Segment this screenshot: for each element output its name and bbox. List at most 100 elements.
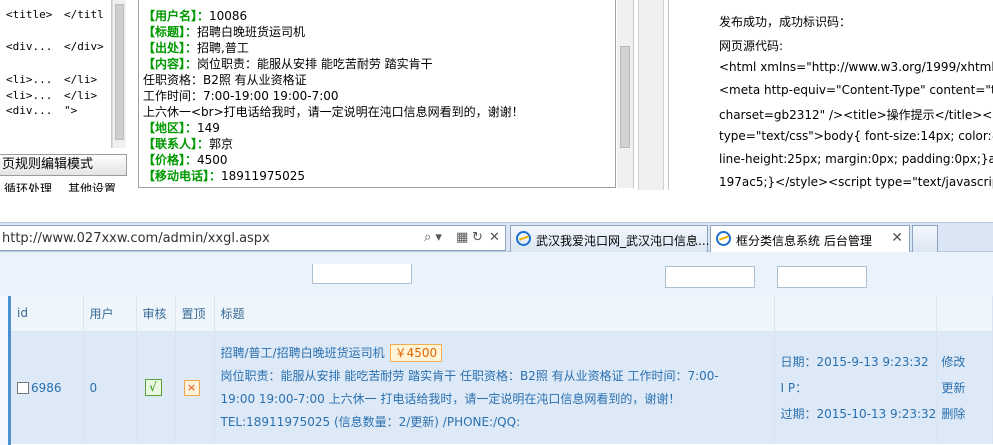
col-header-top[interactable]: 置顶 bbox=[175, 296, 215, 332]
post-description-line: 岗位职责：能服从安排 能吃苦耐劳 踏实肯干 任职资格：B2照 有从业资格证 工作… bbox=[220, 369, 719, 384]
row-checkbox[interactable] bbox=[17, 382, 29, 395]
tag-open: <li>... bbox=[6, 89, 53, 102]
content-line: 【用户名】：10086 bbox=[143, 8, 615, 24]
tag-close: </li> bbox=[64, 73, 98, 86]
col-header-audit[interactable]: 审核 bbox=[136, 296, 176, 332]
content-line: 【移动电话】：18911975025 bbox=[143, 168, 615, 184]
stop-icon[interactable]: ✕ bbox=[489, 230, 500, 245]
cell-top: × bbox=[175, 331, 215, 444]
tag-open: <title> bbox=[6, 8, 53, 21]
post-expire: 过期：2015-10-13 9:23:32 bbox=[780, 406, 937, 421]
tab-admin-backend[interactable]: 框分类信息系统 后台管理 ✕ bbox=[710, 225, 910, 252]
info-table: id 用户 审核 置顶 标题 6986 0 √ × 招聘/普工/招聘白晚班货运司… bbox=[11, 296, 993, 444]
content-line: 上六休一<br>打电话给我时，请一定说明在沌口信息网看到的，谢谢！ bbox=[143, 104, 615, 120]
tag-close: </li> bbox=[64, 89, 98, 102]
tag-list-scrollbar[interactable] bbox=[112, 0, 126, 148]
field-value: 4500 bbox=[197, 153, 228, 167]
panel-splitter[interactable] bbox=[638, 0, 664, 190]
log-line: charset=gb2312" /><title>操作提示</title><st… bbox=[719, 108, 993, 122]
field-label: 【移动电话】： bbox=[143, 169, 222, 183]
col-header-actions bbox=[936, 296, 993, 332]
table-header-row: id 用户 审核 置顶 标题 bbox=[11, 296, 993, 332]
edit-link[interactable]: 修改 bbox=[941, 349, 992, 375]
tab-other-settings[interactable]: 其他设置 bbox=[68, 180, 126, 192]
tag-row[interactable]: <div... "> bbox=[0, 104, 111, 124]
refresh-icon[interactable]: ↻ bbox=[472, 230, 483, 245]
filter-select[interactable] bbox=[312, 264, 412, 284]
post-title-link[interactable]: 招聘/普工/招聘白晚班货运司机 bbox=[221, 346, 385, 360]
scrollbar-thumb[interactable] bbox=[115, 4, 124, 140]
content-line: 【价格】：4500 bbox=[143, 152, 615, 168]
field-value: 149 bbox=[197, 121, 220, 135]
col-header-user[interactable]: 用户 bbox=[83, 296, 137, 332]
log-line: type="text/css">body{ font-size:14px; co… bbox=[719, 129, 993, 143]
search-dropdown-icon[interactable]: ⌕ ▾ bbox=[424, 230, 442, 245]
tab-title: 框分类信息系统 后台管理 bbox=[736, 234, 872, 248]
cell-audit: √ bbox=[136, 331, 176, 444]
cell-actions: 修改 更新 删除 bbox=[936, 331, 993, 444]
content-line: 【标题】：招聘白晚班货运司机 bbox=[143, 24, 615, 40]
address-bar[interactable]: http://www.027xxw.com/admin/xxgl.aspx ⌕ … bbox=[0, 225, 506, 251]
price-badge: ￥4500 bbox=[389, 344, 443, 363]
field-label: 【内容】： bbox=[143, 57, 198, 71]
tab-wuhan-info-site[interactable]: 武汉我爱沌口网_武汉沌口信息... bbox=[510, 225, 710, 252]
content-line: 【出处】：招聘,普工 bbox=[143, 40, 615, 56]
log-line: <html xmlns="http://www.w3.org/1999/xhtm… bbox=[719, 60, 993, 74]
publish-log-panel: 发布成功，成功标识码： 网页源代码: <html xmlns="http://w… bbox=[668, 0, 993, 190]
col-header-title[interactable]: 标题 bbox=[214, 296, 775, 332]
content-line: 【地区】：149 bbox=[143, 120, 615, 136]
ie-page-icon bbox=[516, 231, 531, 246]
rule-edit-mode-button[interactable]: 页规则编辑模式 bbox=[0, 154, 127, 176]
tag-close: </div> bbox=[64, 40, 104, 53]
tag-row[interactable]: <title> </titl bbox=[0, 8, 111, 28]
content-line: 工作时间：7:00-19:00 19:00-7:00 bbox=[143, 88, 615, 104]
field-label: 【联系人】： bbox=[143, 137, 210, 151]
field-value: 岗位职责：能服从安排 能吃苦耐劳 踏实肯干 bbox=[197, 57, 433, 71]
post-contact-line: TEL:18911975025 (信息数量：2/更新) /PHONE:/QQ: bbox=[220, 415, 521, 430]
content-line: 任职资格：B2照 有从业资格证 bbox=[143, 72, 615, 88]
cell-id: 6986 bbox=[11, 331, 84, 444]
field-value: 18911975025 bbox=[221, 169, 305, 183]
log-line: 网页源代码: bbox=[719, 39, 784, 53]
update-link[interactable]: 更新 bbox=[941, 375, 992, 401]
tab-title: 武汉我爱沌口网_武汉沌口信息... bbox=[536, 234, 710, 248]
tag-list-panel: <title> </titl <div... </div> <li>... </… bbox=[0, 0, 112, 148]
tag-close: </titl bbox=[64, 8, 104, 21]
col-header-id[interactable]: id bbox=[11, 296, 84, 332]
field-value: 招聘,普工 bbox=[197, 41, 249, 55]
extracted-content-textarea[interactable]: 【用户名】：10086 【标题】：招聘白晚班货运司机 【出处】：招聘,普工 【内… bbox=[138, 0, 616, 188]
audit-approved-icon[interactable]: √ bbox=[144, 379, 162, 397]
filter-input[interactable] bbox=[665, 266, 755, 288]
log-line: 197ac5;}</style><script type="text/javas… bbox=[719, 175, 993, 189]
tag-row[interactable]: <div... </div> bbox=[0, 40, 111, 60]
log-line: <meta http-equiv="Content-Type" content=… bbox=[719, 83, 993, 97]
ie-page-icon bbox=[716, 231, 731, 246]
tag-close: "> bbox=[64, 104, 78, 117]
tag-open: <li>... bbox=[6, 73, 53, 86]
field-value: 任职资格：B2照 有从业资格证 bbox=[143, 73, 307, 87]
filter-bar bbox=[0, 252, 993, 296]
cell-dates: 日期：2015-9-13 9:23:32 I P： 过期：2015-10-13 … bbox=[774, 331, 938, 444]
close-tab-icon[interactable]: ✕ bbox=[891, 230, 903, 246]
field-value: 10086 bbox=[209, 9, 248, 23]
top-unset-icon[interactable]: × bbox=[183, 379, 200, 396]
new-tab-button[interactable] bbox=[912, 225, 938, 252]
table-row: 6986 0 √ × 招聘/普工/招聘白晚班货运司机 ￥4500 岗位职责：能服从… bbox=[11, 331, 993, 444]
scraper-tool-window: <title> </titl <div... </div> <li>... </… bbox=[0, 0, 993, 192]
delete-link[interactable]: 删除 bbox=[941, 401, 992, 427]
col-header-date bbox=[774, 296, 938, 332]
scrollbar-thumb[interactable] bbox=[620, 46, 630, 148]
cell-title: 招聘/普工/招聘白晚班货运司机 ￥4500 岗位职责：能服从安排 能吃苦耐劳 踏实… bbox=[214, 331, 775, 444]
admin-page: id 用户 审核 置顶 标题 6986 0 √ × 招聘/普工/招聘白晚班货运司… bbox=[0, 252, 993, 445]
compat-view-icon[interactable]: ▦ bbox=[456, 230, 468, 245]
log-line: 发布成功，成功标识码： bbox=[719, 15, 852, 29]
field-value: 工作时间：7:00-19:00 19:00-7:00 bbox=[143, 89, 339, 103]
search-input[interactable] bbox=[777, 266, 867, 288]
field-label: 【用户名】： bbox=[143, 9, 210, 23]
post-ip: I P： bbox=[780, 380, 808, 395]
tag-open: <div... bbox=[6, 104, 53, 117]
tab-loop-processing[interactable]: 循环处理 bbox=[4, 180, 54, 192]
content-line: 【内容】：岗位职责：能服从安排 能吃苦耐劳 踏实肯干 bbox=[143, 56, 615, 72]
content-scrollbar[interactable] bbox=[617, 0, 634, 188]
cell-user: 0 bbox=[83, 331, 137, 444]
